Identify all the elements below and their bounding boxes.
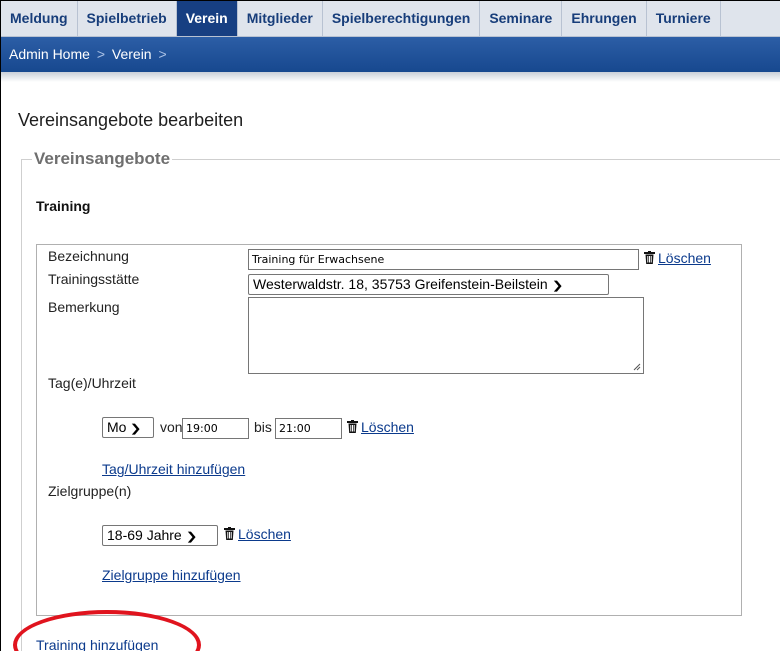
breadcrumb: Admin Home > Verein > [1, 37, 780, 72]
top-navigation: Meldung Spielbetrieb Verein Mitglieder S… [1, 1, 780, 37]
delete-label: Löschen [361, 419, 414, 435]
tab-spielbetrieb[interactable]: Spielbetrieb [78, 1, 177, 36]
zielgruppe-select[interactable]: 18-69 Jahre ❯ [102, 525, 218, 546]
trainingsstaette-select[interactable]: Westerwaldstr. 18, 35753 Greifenstein-Be… [248, 274, 609, 295]
day-select[interactable]: Mo ❯ [102, 417, 154, 438]
resize-grip-icon[interactable] [633, 363, 641, 371]
add-training-link[interactable]: Training hinzufügen [36, 637, 158, 651]
delete-label: Löschen [238, 526, 291, 542]
tab-spielberechtigungen[interactable]: Spielberechtigungen [323, 1, 481, 36]
tab-ehrungen[interactable]: Ehrungen [562, 1, 647, 36]
chevron-down-icon: ❯ [551, 280, 564, 292]
chevron-down-icon: ❯ [185, 531, 198, 543]
bis-time-input[interactable]: 21:00 [275, 418, 342, 439]
admin-window: Meldung Spielbetrieb Verein Mitglieder S… [0, 0, 780, 651]
add-zielgruppe-link[interactable]: Zielgruppe hinzufügen [102, 567, 241, 583]
tab-turniere[interactable]: Turniere [647, 1, 721, 36]
delete-zielgruppe-link[interactable]: Löschen [224, 526, 291, 543]
bezeichnung-input[interactable]: Training für Erwachsene [248, 249, 639, 270]
add-tag-uhrzeit-link[interactable]: Tag/Uhrzeit hinzufügen [102, 461, 245, 477]
delete-label: Löschen [658, 250, 711, 266]
bezeichnung-label: Bezeichnung [48, 248, 129, 264]
page-title: Vereinsangebote bearbeiten [18, 110, 244, 130]
tab-seminare[interactable]: Seminare [480, 1, 563, 36]
tag-uhrzeit-label: Tag(e)/Uhrzeit [48, 375, 136, 391]
von-time-input[interactable]: 19:00 [182, 418, 249, 439]
bemerkung-label: Bemerkung [48, 299, 120, 315]
trash-icon [347, 420, 358, 436]
bis-label: bis [254, 419, 272, 435]
zielgruppe-label: Zielgruppe(n) [48, 483, 132, 499]
breadcrumb-admin-home[interactable]: Admin Home [9, 46, 90, 62]
delete-time-link[interactable]: Löschen [347, 419, 414, 436]
trash-icon [224, 527, 235, 543]
breadcrumb-verein[interactable]: Verein [112, 46, 152, 62]
trash-icon [644, 251, 655, 267]
tab-meldung[interactable]: Meldung [1, 1, 78, 36]
day-value: Mo [107, 419, 127, 435]
delete-training-link[interactable]: Löschen [644, 250, 711, 267]
von-label: von [160, 419, 183, 435]
tab-verein[interactable]: Verein [176, 1, 238, 36]
tab-mitglieder[interactable]: Mitglieder [238, 1, 323, 36]
chevron-down-icon: ❯ [130, 423, 143, 435]
breadcrumb-separator: > [96, 46, 105, 62]
bemerkung-textarea[interactable] [248, 297, 644, 374]
header-shadow [1, 72, 780, 82]
trainingsstaette-label: Trainingsstätte [48, 271, 140, 287]
zielgruppe-value: 18-69 Jahre [107, 527, 182, 543]
breadcrumb-separator: > [158, 46, 167, 62]
trainingsstaette-value: Westerwaldstr. 18, 35753 Greifenstein-Be… [253, 276, 548, 292]
section-title-training: Training [36, 198, 91, 214]
fieldset-legend: Vereinsangebote [34, 149, 171, 168]
